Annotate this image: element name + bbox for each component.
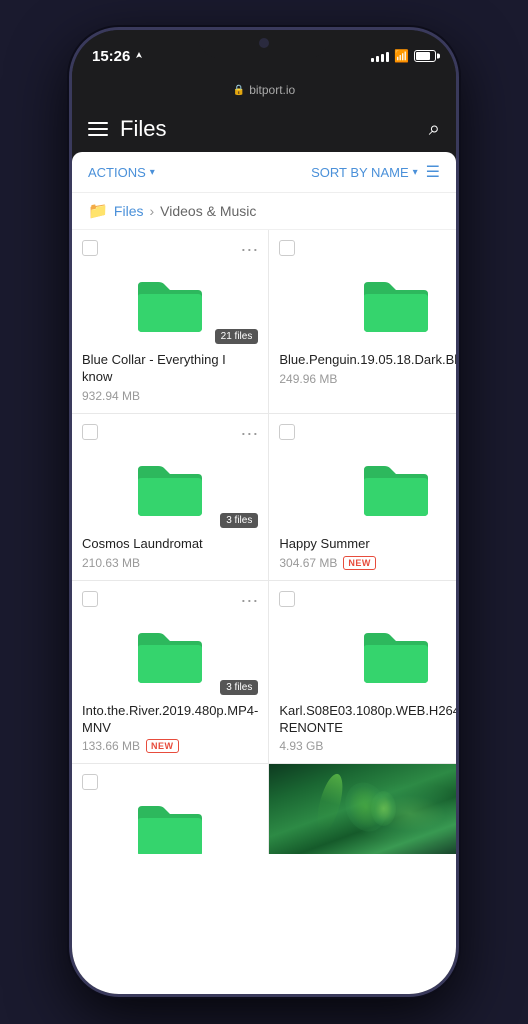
header-left: Files: [88, 116, 166, 142]
item-size: 249.96 MB: [279, 372, 337, 386]
new-badge: NEW: [343, 556, 376, 570]
actions-dropdown-icon: ▾: [150, 167, 155, 178]
folder-icon: [134, 274, 206, 334]
item-size: 932.94 MB: [82, 389, 140, 403]
item-checkbox[interactable]: [82, 424, 98, 440]
folder-container: 3 files: [279, 448, 456, 528]
list-item[interactable]: 3 files ⋯ Into.the.River.2019.480p.MP4-M…: [72, 581, 268, 764]
time-display: 15:26: [92, 48, 130, 65]
item-checkbox[interactable]: [279, 591, 295, 607]
list-item[interactable]: [269, 764, 456, 854]
list-item[interactable]: [72, 764, 268, 854]
item-meta: 210.63 MB: [82, 556, 258, 570]
actions-button[interactable]: ACTIONS ▾: [88, 165, 155, 180]
url-bar: 🔒 bitport.io: [72, 74, 456, 106]
folder-container: 3 files: [82, 615, 258, 695]
folder-icon: [360, 274, 432, 334]
item-checkbox[interactable]: [82, 240, 98, 256]
camera-dot: [259, 38, 269, 48]
folder-icon: [134, 798, 206, 854]
folder-icon: [134, 458, 206, 518]
folder-container: [82, 798, 258, 854]
folder-icon: [360, 625, 432, 685]
app-content: Files ⌕ ACTIONS ▾ SORT BY NAME ▾ ☰: [72, 106, 456, 994]
breadcrumb: 📁 Files › Videos & Music: [72, 193, 456, 230]
toolbar: ACTIONS ▾ SORT BY NAME ▾ ☰: [72, 152, 456, 193]
toolbar-right: SORT BY NAME ▾ ☰: [311, 162, 440, 182]
folder-container: 3 files: [279, 615, 456, 695]
list-item[interactable]: 1 files ⋯ Blue.Penguin.19.05.18.Dark.Blu…: [269, 230, 456, 413]
file-browser: ACTIONS ▾ SORT BY NAME ▾ ☰ 📁 Files › Vid…: [72, 152, 456, 994]
item-name: Cosmos Laundromat: [82, 536, 258, 553]
item-size: 304.67 MB: [279, 556, 337, 570]
folder-container: 21 files: [82, 264, 258, 344]
item-name: Karl.S08E03.1080p.WEB.H264-RENONTE: [279, 703, 456, 737]
phone-notch: [199, 30, 329, 58]
breadcrumb-separator: ›: [149, 203, 154, 219]
item-size: 133.66 MB: [82, 739, 140, 753]
status-time: 15:26: [92, 48, 144, 65]
item-meta: 4.93 GB: [279, 739, 456, 753]
breadcrumb-root[interactable]: Files: [114, 203, 144, 219]
folder-container: 1 files: [279, 264, 456, 344]
item-checkbox[interactable]: [279, 424, 295, 440]
item-size: 4.93 GB: [279, 739, 323, 753]
sort-button[interactable]: SORT BY NAME ▾: [311, 165, 418, 180]
status-icons: 📶: [371, 49, 436, 63]
folder-container: 3 files: [82, 448, 258, 528]
actions-label: ACTIONS: [88, 165, 146, 180]
files-grid: 21 files ⋯ Blue Collar - Everything I kn…: [72, 230, 456, 854]
folder-icon: [360, 458, 432, 518]
item-checkbox[interactable]: [82, 774, 98, 790]
item-name: Happy Summer: [279, 536, 456, 553]
folder-icon: [134, 625, 206, 685]
list-item[interactable]: 3 files ⋯ Happy Summer 304.67 MB NEW: [269, 414, 456, 580]
item-more-icon[interactable]: ⋯: [240, 240, 258, 261]
item-name: Into.the.River.2019.480p.MP4-MNV: [82, 703, 258, 737]
phone-frame: 15:26 📶 🔒 bitport.io: [69, 27, 459, 997]
page-title: Files: [120, 116, 166, 142]
location-icon: [134, 51, 144, 61]
view-toggle-icon[interactable]: ☰: [426, 162, 440, 182]
file-count: 21 files: [215, 329, 259, 344]
item-size: 210.63 MB: [82, 556, 140, 570]
url-text: bitport.io: [249, 83, 295, 97]
list-item[interactable]: 3 files ⋯ Cosmos Laundromat 210.63 MB: [72, 414, 268, 580]
breadcrumb-current: Videos & Music: [160, 203, 256, 219]
signal-icon: [371, 50, 389, 62]
item-meta: 133.66 MB NEW: [82, 739, 258, 753]
item-checkbox[interactable]: [82, 591, 98, 607]
lock-icon: 🔒: [233, 85, 245, 96]
item-more-icon[interactable]: ⋯: [240, 424, 258, 445]
breadcrumb-folder-icon: 📁: [88, 201, 108, 221]
battery-icon: [414, 50, 436, 62]
file-count: 3 files: [220, 680, 258, 695]
thumbnail-image: [269, 764, 456, 854]
list-item[interactable]: 21 files ⋯ Blue Collar - Everything I kn…: [72, 230, 268, 413]
app-header: Files ⌕: [72, 106, 456, 152]
search-icon[interactable]: ⌕: [429, 118, 440, 141]
item-meta: 249.96 MB: [279, 372, 456, 386]
file-count: 3 files: [220, 513, 258, 528]
item-meta: 304.67 MB NEW: [279, 556, 456, 570]
menu-icon[interactable]: [88, 122, 108, 136]
item-name: Blue.Penguin.19.05.18.Dark.Blue.Reef...: [279, 352, 456, 369]
sort-dropdown-icon: ▾: [413, 167, 418, 178]
wifi-icon: 📶: [394, 49, 409, 63]
item-checkbox[interactable]: [279, 240, 295, 256]
sort-label: SORT BY NAME: [311, 165, 409, 180]
item-name: Blue Collar - Everything I know: [82, 352, 258, 386]
item-meta: 932.94 MB: [82, 389, 258, 403]
list-item[interactable]: 3 files ⋯ Karl.S08E03.1080p.WEB.H264-REN…: [269, 581, 456, 764]
item-more-icon[interactable]: ⋯: [240, 591, 258, 612]
new-badge: NEW: [146, 739, 179, 753]
